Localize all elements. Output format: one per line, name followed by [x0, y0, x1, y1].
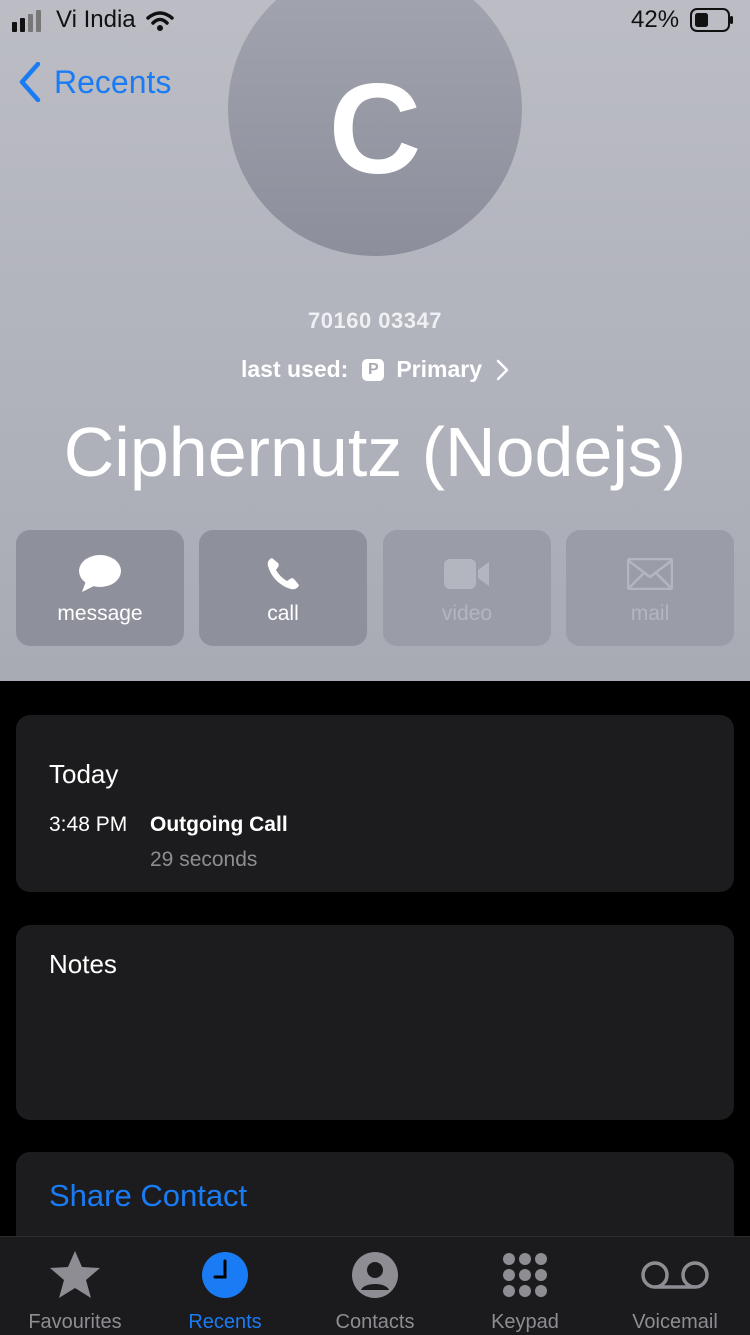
contact-avatar: C	[228, 0, 522, 256]
back-label: Recents	[54, 63, 172, 100]
tab-label: Contacts	[335, 1311, 415, 1333]
notes-heading: Notes	[49, 949, 117, 979]
message-label: message	[57, 602, 143, 625]
message-button[interactable]: message	[16, 530, 184, 646]
tab-label: Recents	[188, 1311, 262, 1333]
contact-name: Ciphernutz (Nodejs)	[63, 413, 687, 491]
tab-label: Keypad	[491, 1311, 559, 1333]
call-history-card: Today 3:48 PM Outgoing Call 29 seconds	[16, 715, 734, 892]
chevron-right-icon	[496, 359, 509, 380]
notes-card[interactable]: Notes	[16, 925, 734, 1120]
call-time: 3:48 PM	[49, 813, 128, 836]
battery-percentage: 42%	[631, 6, 680, 33]
call-label: call	[267, 602, 299, 625]
tab-recents[interactable]: Recents	[150, 1237, 300, 1335]
chevron-left-icon	[19, 62, 41, 102]
avatar-initial: C	[328, 57, 422, 201]
share-contact-button[interactable]: Share Contact	[49, 1178, 247, 1214]
call-button[interactable]: call	[199, 530, 367, 646]
line-badge-icon: P	[362, 358, 385, 381]
tab-favourites[interactable]: Favourites	[0, 1237, 150, 1335]
person-circle-icon	[352, 1252, 398, 1298]
voicemail-icon	[641, 1261, 709, 1289]
star-icon	[50, 1251, 100, 1298]
mail-icon	[627, 558, 673, 590]
tab-keypad[interactable]: Keypad	[450, 1237, 600, 1335]
action-buttons: message call video mail	[16, 530, 734, 646]
history-heading: Today	[49, 759, 119, 789]
contact-phone-number: 70160 03347	[308, 308, 442, 333]
tab-voicemail[interactable]: Voicemail	[600, 1237, 750, 1335]
clock-icon	[202, 1252, 248, 1298]
tab-bar: Favourites Recents Contacts Keypad Voice…	[0, 1236, 750, 1335]
line-name: Primary	[396, 356, 483, 382]
call-duration: 29 seconds	[150, 848, 258, 871]
call-type: Outgoing Call	[150, 813, 288, 836]
mail-button[interactable]: mail	[566, 530, 734, 646]
tab-label: Favourites	[28, 1311, 122, 1333]
tab-label: Voicemail	[632, 1311, 718, 1333]
battery-icon	[690, 8, 733, 32]
last-used-line-selector[interactable]: last used: P Primary	[0, 356, 750, 383]
phone-icon	[267, 558, 299, 590]
contact-header: Vi India 3:49 PM 42% C Recents 70160 033…	[0, 0, 750, 681]
last-used-label: last used:	[240, 356, 349, 382]
mail-label: mail	[630, 602, 670, 625]
message-icon	[79, 555, 121, 592]
video-button[interactable]: video	[383, 530, 551, 646]
tab-contacts[interactable]: Contacts	[300, 1237, 450, 1335]
video-label: video	[441, 602, 493, 625]
keypad-icon	[503, 1253, 547, 1297]
video-icon	[444, 559, 489, 589]
back-button[interactable]: Recents	[18, 62, 171, 102]
